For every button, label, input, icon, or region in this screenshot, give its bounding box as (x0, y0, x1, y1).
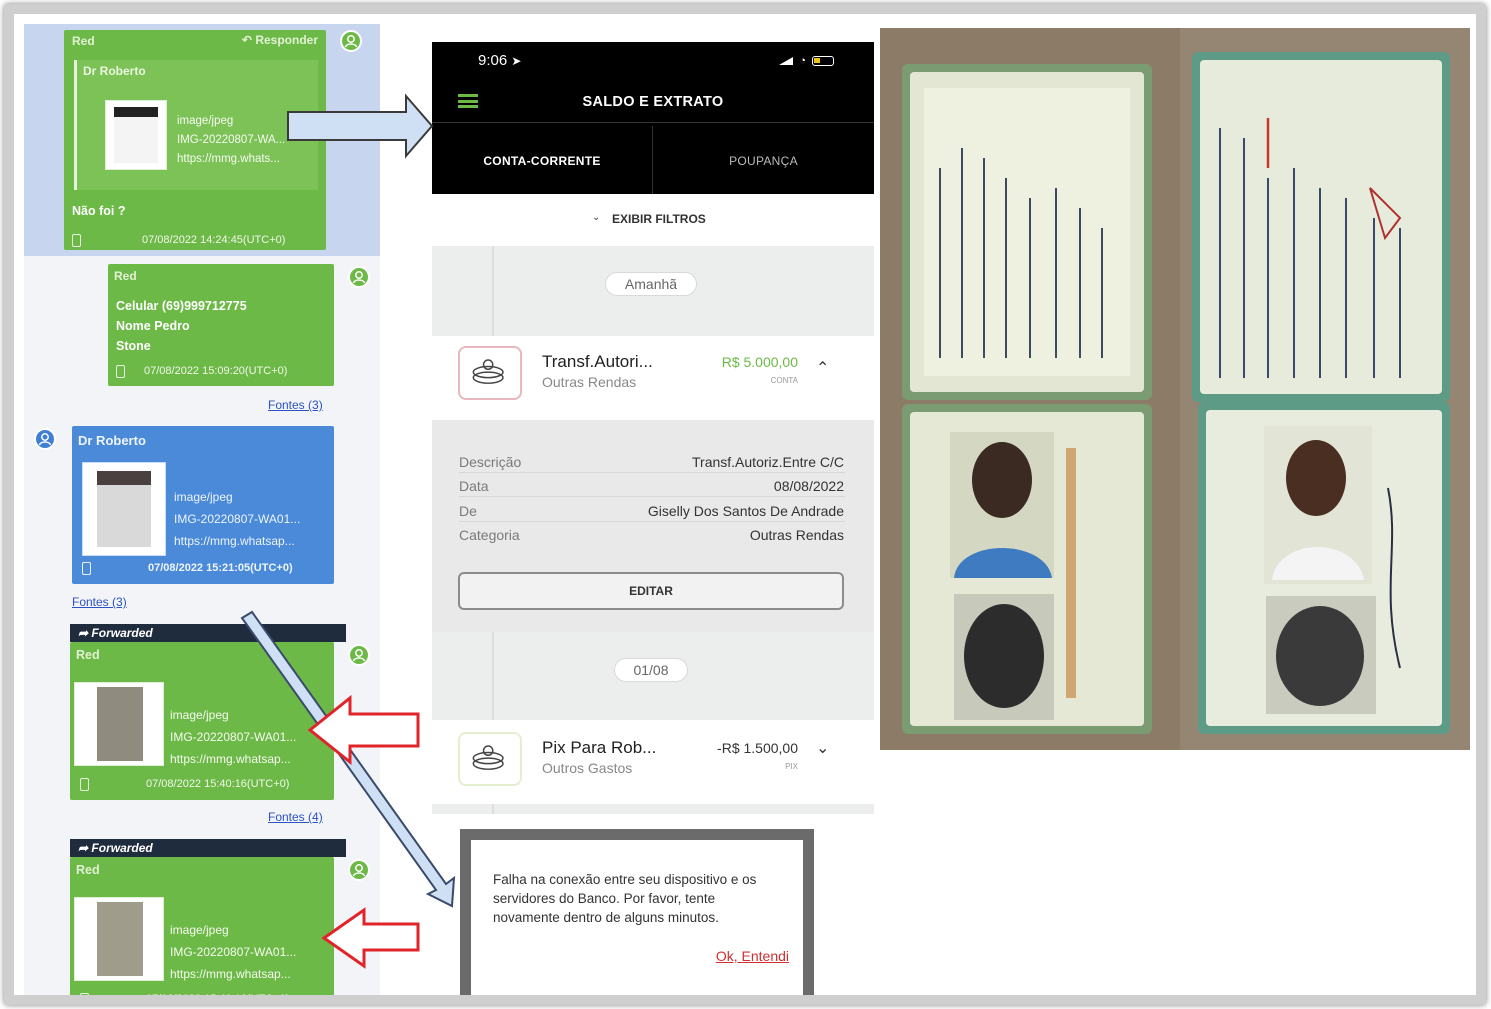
figure-frame: Red ↶ Responder Dr Roberto image/jpeg IM… (4, 4, 1486, 1005)
arrow-icon (321, 907, 420, 969)
arrow-icon (307, 694, 420, 766)
annotation-arrows (240, 93, 456, 969)
arrow-icon (287, 93, 434, 159)
